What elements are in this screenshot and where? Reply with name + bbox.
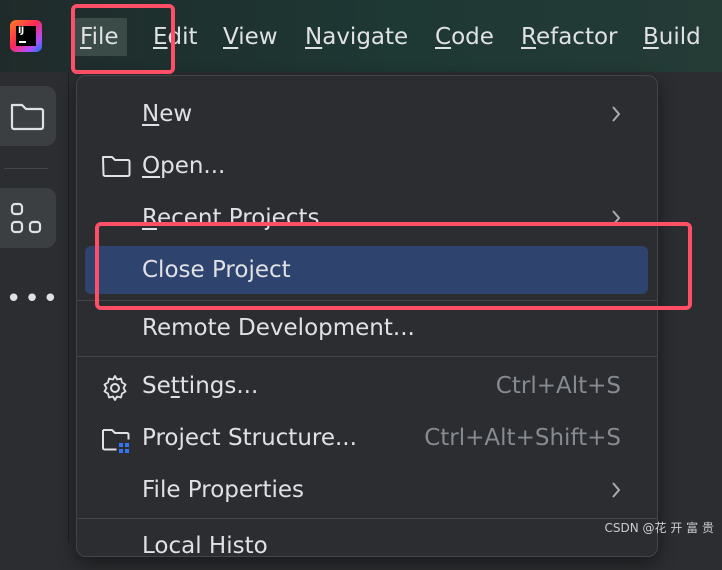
menu-view[interactable]: View <box>215 18 286 56</box>
menu-item-open[interactable]: Open... <box>85 142 648 190</box>
menu-navigate[interactable]: Navigate <box>297 18 416 56</box>
menu-item-file-properties[interactable]: File Properties <box>85 466 648 514</box>
logo-text: IJ <box>18 26 24 36</box>
file-menu-highlight-box <box>71 4 175 74</box>
watermark: CSDN @花 开 富 贵 <box>604 521 714 535</box>
menu-item-local-history[interactable]: Local Histo <box>85 522 648 570</box>
menu-item-settings[interactable]: Settings... Ctrl+Alt+S <box>85 362 648 410</box>
project-tool-button[interactable] <box>0 86 56 146</box>
left-tool-strip: ••• <box>0 72 69 542</box>
intellij-logo-icon[interactable]: IJ <box>10 20 42 52</box>
close-project-highlight-box <box>95 222 692 310</box>
gear-icon <box>103 375 127 401</box>
shortcut-label: Ctrl+Alt+Shift+S <box>424 425 621 451</box>
structure-icon <box>10 202 42 234</box>
more-tools-icon[interactable]: ••• <box>6 284 61 314</box>
folder-icon <box>102 156 131 177</box>
project-structure-icon <box>102 429 130 453</box>
menu-separator <box>77 518 657 519</box>
toolstrip-divider <box>4 168 48 169</box>
shortcut-label: Ctrl+Alt+S <box>495 373 621 399</box>
submenu-arrow-icon <box>612 482 621 498</box>
menu-refactor[interactable]: Refactor <box>513 18 626 56</box>
menu-code[interactable]: Code <box>427 18 502 56</box>
folder-icon <box>10 103 45 131</box>
menu-item-project-structure[interactable]: Project Structure... Ctrl+Alt+Shift+S <box>85 414 648 462</box>
menu-build[interactable]: Build <box>635 18 709 56</box>
file-menu-dropdown: New Open... Recent Projects Close Projec… <box>76 75 658 559</box>
menu-item-new[interactable]: New <box>85 90 648 138</box>
menu-item-remote-development[interactable]: Remote Development... <box>85 304 648 352</box>
submenu-arrow-icon <box>612 106 621 122</box>
structure-tool-button[interactable] <box>0 188 56 248</box>
menu-separator <box>77 356 657 357</box>
